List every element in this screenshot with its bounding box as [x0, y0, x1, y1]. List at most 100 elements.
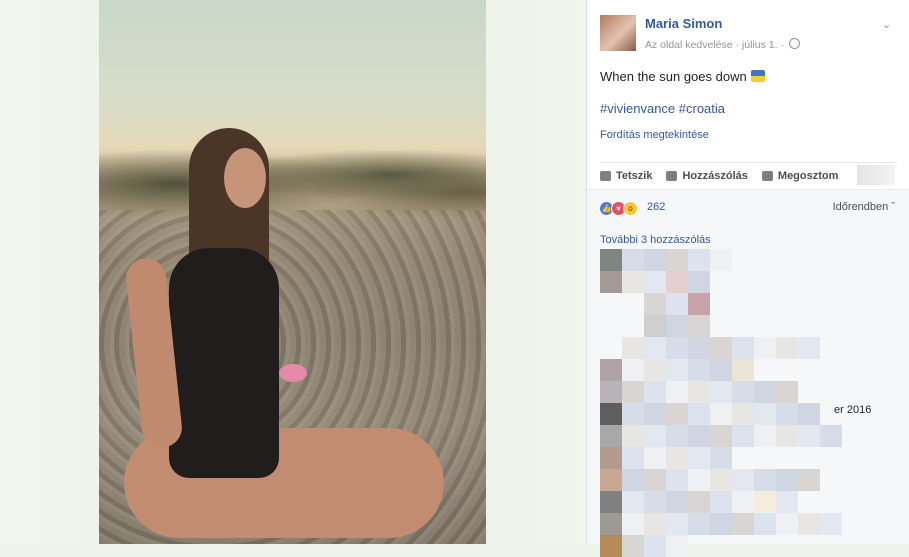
mosaic-pixel	[798, 337, 820, 359]
author-name[interactable]: Maria Simon	[645, 16, 722, 31]
see-translation-link[interactable]: Fordítás megtekintése	[600, 129, 709, 141]
mosaic-pixel	[688, 271, 710, 293]
mosaic-pixel	[710, 447, 732, 469]
mosaic-pixel	[644, 271, 666, 293]
mosaic-pixel	[666, 381, 688, 403]
mosaic-pixel	[688, 403, 710, 425]
mosaic-pixel	[600, 425, 622, 447]
mosaic-pixel	[710, 403, 732, 425]
share-label: Megosztom	[777, 170, 839, 182]
mosaic-pixel	[644, 315, 666, 337]
mosaic-pixel	[710, 469, 732, 491]
mosaic-pixel	[688, 381, 710, 403]
like-icon	[600, 171, 611, 181]
post-hashtags[interactable]: #vivienvance #croatia	[600, 101, 725, 116]
mosaic-pixel	[688, 359, 710, 381]
mosaic-pixel	[622, 447, 644, 469]
mosaic-pixel	[798, 513, 820, 535]
mosaic-pixel	[688, 513, 710, 535]
reaction-icons[interactable]: 👍 ♥ o	[599, 201, 638, 216]
photo-viewer-stage	[0, 0, 586, 544]
comment-button[interactable]: Hozzászólás	[666, 170, 748, 182]
mosaic-pixel	[732, 359, 754, 381]
mosaic-pixel	[798, 469, 820, 491]
mosaic-pixel	[754, 403, 776, 425]
post-photo[interactable]	[99, 0, 486, 544]
mosaic-pixel	[600, 271, 622, 293]
mosaic-pixel	[776, 381, 798, 403]
mosaic-pixel	[600, 359, 622, 381]
mosaic-pixel	[600, 403, 622, 425]
mosaic-pixel	[820, 513, 842, 535]
mosaic-pixel	[644, 425, 666, 447]
mosaic-pixel	[798, 425, 820, 447]
mosaic-pixel	[688, 491, 710, 513]
mosaic-pixel	[776, 337, 798, 359]
mosaic-pixel	[732, 469, 754, 491]
mosaic-pixel	[622, 359, 644, 381]
mosaic-pixel	[710, 513, 732, 535]
reaction-bar: 👍 ♥ o 262 Időrendben ˇ	[587, 189, 909, 227]
like-button[interactable]: Tetszik	[600, 170, 652, 182]
mosaic-pixel	[644, 469, 666, 491]
mosaic-pixel	[754, 513, 776, 535]
mosaic-pixel	[622, 403, 644, 425]
mosaic-pixel	[644, 447, 666, 469]
mosaic-pixel	[666, 403, 688, 425]
chevron-down-icon[interactable]: ⌄	[882, 18, 891, 31]
photo-flower	[279, 364, 307, 382]
mosaic-pixel	[600, 491, 622, 513]
globe-icon	[788, 38, 800, 49]
mosaic-pixel	[710, 381, 732, 403]
mosaic-pixel	[732, 337, 754, 359]
mosaic-pixel	[600, 469, 622, 491]
comments-area: További 3 hozzászólás er 2016	[587, 226, 909, 557]
comment-order-dropdown[interactable]: Időrendben ˇ	[833, 201, 895, 213]
photo-swimsuit	[169, 248, 279, 478]
flag-icon	[750, 70, 765, 82]
comment-date-fragment: er 2016	[834, 404, 872, 416]
share-button[interactable]: Megosztom	[761, 170, 839, 182]
mosaic-pixel	[666, 271, 688, 293]
mosaic-pixel	[666, 447, 688, 469]
post-meta: Az oldal kedvelése · július 1. ·	[645, 38, 800, 51]
mosaic-pixel	[732, 513, 754, 535]
post-date[interactable]: július 1.	[742, 39, 778, 51]
reaction-count[interactable]: 262	[647, 201, 665, 213]
mosaic-pixel	[644, 491, 666, 513]
blurred-avatar[interactable]	[857, 165, 895, 185]
mosaic-pixel	[798, 403, 820, 425]
mosaic-pixel	[600, 381, 622, 403]
mosaic-pixel	[666, 491, 688, 513]
mosaic-pixel	[710, 337, 732, 359]
mosaic-pixel	[622, 535, 644, 557]
mosaic-pixel	[644, 403, 666, 425]
mosaic-pixel	[688, 249, 710, 271]
mosaic-pixel	[600, 513, 622, 535]
avatar[interactable]	[600, 15, 636, 51]
mosaic-pixel	[688, 425, 710, 447]
mosaic-pixel	[622, 381, 644, 403]
mosaic-pixel	[732, 491, 754, 513]
mosaic-pixel	[644, 293, 666, 315]
like-page-link[interactable]: Az oldal kedvelése	[645, 39, 733, 51]
mosaic-pixel	[644, 359, 666, 381]
mosaic-pixel	[666, 359, 688, 381]
mosaic-pixel	[644, 337, 666, 359]
share-icon	[761, 171, 773, 181]
mosaic-pixel	[710, 491, 732, 513]
more-comments-link[interactable]: További 3 hozzászólás	[600, 234, 711, 246]
mosaic-pixel	[754, 491, 776, 513]
photo-face	[224, 148, 266, 208]
mosaic-pixel	[622, 271, 644, 293]
mosaic-pixel	[666, 513, 688, 535]
mosaic-pixel	[666, 293, 688, 315]
mosaic-pixel	[600, 447, 622, 469]
mosaic-pixel	[732, 425, 754, 447]
mosaic-pixel	[688, 469, 710, 491]
mosaic-pixel	[754, 425, 776, 447]
caption-text: When the sun goes down	[600, 69, 747, 84]
post-sidebar: Maria Simon Az oldal kedvelése · július …	[586, 0, 909, 557]
like-label: Tetszik	[616, 170, 653, 182]
mosaic-pixel	[776, 491, 798, 513]
